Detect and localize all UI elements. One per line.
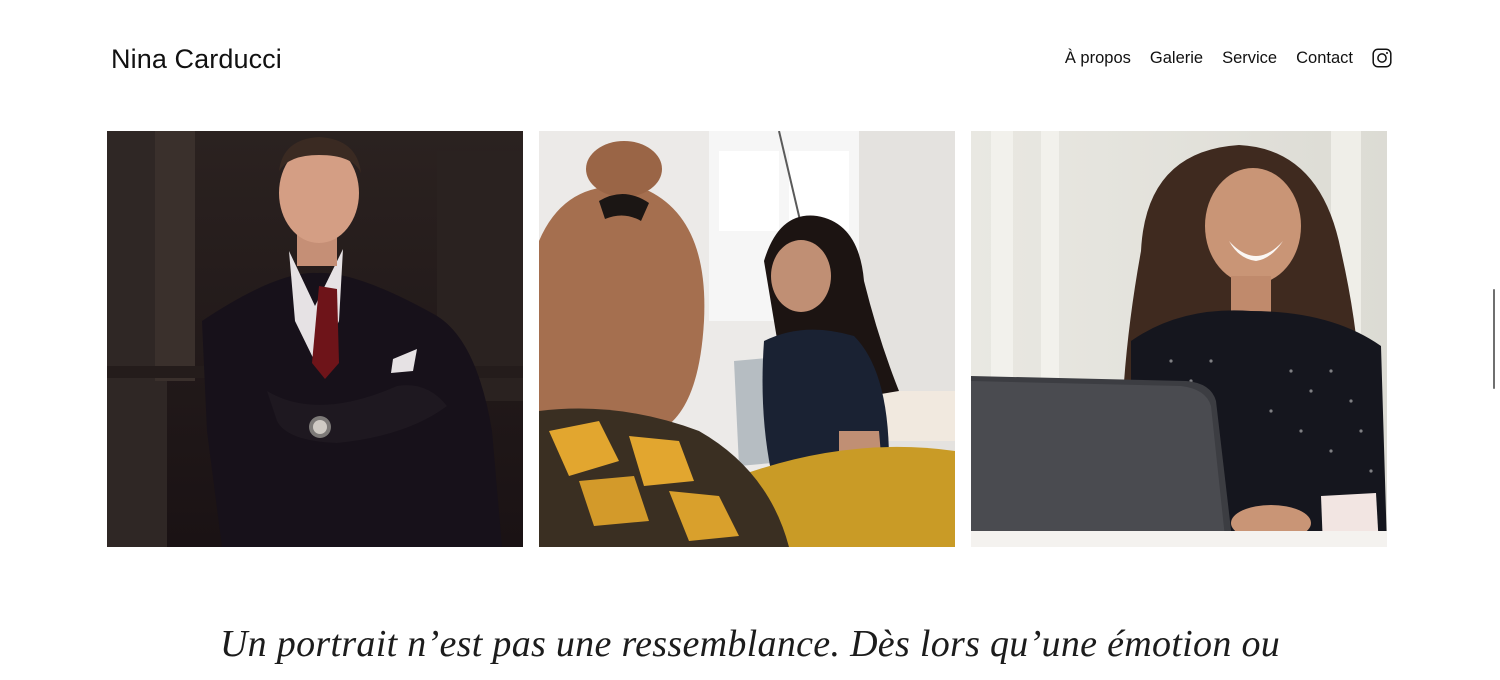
nav-link-a-propos[interactable]: À propos [1065,49,1131,68]
page-scrollbar[interactable] [1493,289,1495,389]
page: Nina Carducci À propos Galerie Service C… [0,0,1500,680]
gallery-photo-laptop-woman[interactable] [971,131,1387,547]
nav-link-contact[interactable]: Contact [1296,49,1353,68]
instagram-icon[interactable] [1372,48,1392,68]
nav-link-galerie[interactable]: Galerie [1150,49,1203,68]
nav-link-service[interactable]: Service [1222,49,1277,68]
site-brand[interactable]: Nina Carducci [111,44,282,75]
laptop-image [971,131,1387,547]
site-header: Nina Carducci À propos Galerie Service C… [0,0,1500,120]
portrait-image [107,131,523,547]
gallery-photo-man-suit[interactable] [107,131,523,547]
office-image [539,131,955,547]
photo-gallery [107,131,1387,547]
portrait-quote: Un portrait n’est pas une ressemblance. … [219,623,1281,665]
main-nav: À propos Galerie Service Contact [1065,48,1392,68]
gallery-photo-office-woman[interactable] [539,131,955,547]
